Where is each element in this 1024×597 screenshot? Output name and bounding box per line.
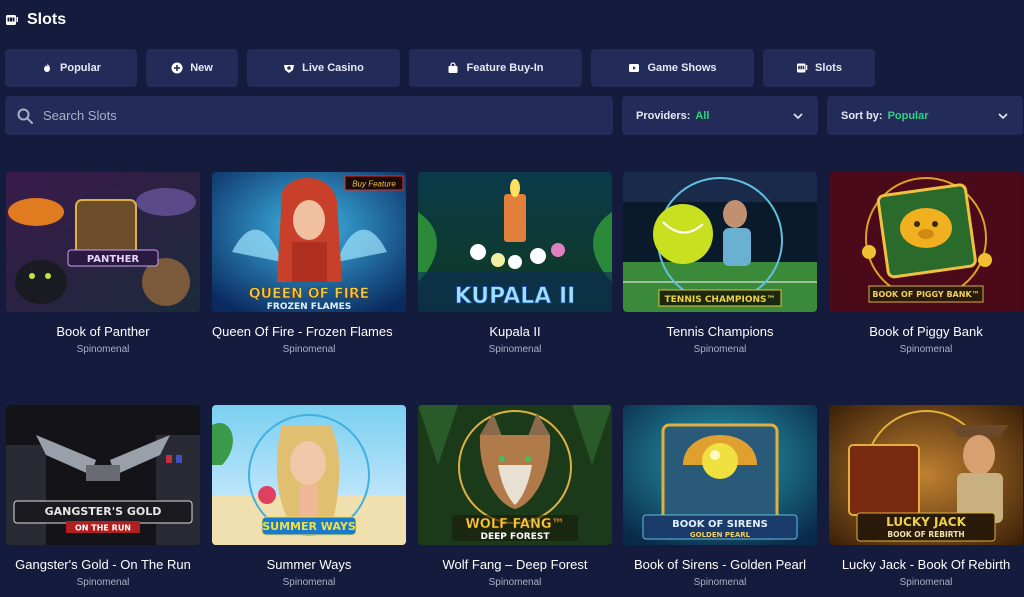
game-title: Tennis Champions [666,324,774,339]
game-card-book-of-piggy-bank[interactable]: BOOK OF PIGGY BANK™ Book of Piggy Bank S… [829,172,1023,355]
game-thumbnail[interactable]: LUCKY JACK BOOK OF REBIRTH [829,405,1023,545]
game-title: Book of Panther [56,324,150,339]
game-logo-text: BOOK OF SIRENS [672,519,768,530]
fire-icon [44,63,51,72]
tab-slots[interactable]: Slots [763,49,875,87]
game-logo-text: SUMMER WAYS [262,520,356,533]
plus-circle-icon [171,62,183,74]
tab-label: Slots [815,62,842,74]
game-logo-text: PANTHER [87,254,140,265]
sort-dropdown[interactable]: Sort by: Popular [827,96,1023,135]
game-provider: Spinomenal [899,344,953,355]
tab-label: Game Shows [647,62,717,74]
slot-machine-icon [797,63,808,73]
game-title: Book of Piggy Bank [869,324,983,339]
game-logo-text: TENNIS CHAMPIONS™ [665,295,776,305]
game-thumbnail[interactable]: TENNIS CHAMPIONS™ [623,172,817,312]
page-header: Slots [5,10,66,30]
game-provider: Spinomenal [76,577,130,588]
game-provider: Spinomenal [282,577,336,588]
tab-game-shows[interactable]: Game Shows [591,49,754,87]
game-title: Queen Of Fire - Frozen Flames [212,324,393,339]
tab-new[interactable]: New [146,49,238,87]
game-card-gangsters-gold[interactable]: GANGSTER'S GOLD ON THE RUN Gangster's Go… [6,405,200,588]
game-provider: Spinomenal [899,577,953,588]
tab-label: Feature Buy-In [466,62,544,74]
game-logo-subtext: GOLDEN PEARL [690,531,751,539]
game-card-kupala-ii[interactable]: KUPALA II Kupala II Spinomenal [418,172,612,355]
game-card-book-of-sirens[interactable]: BOOK OF SIRENS GOLDEN PEARL Book of Sire… [623,405,817,588]
game-provider: Spinomenal [76,344,130,355]
tab-label: Popular [60,62,101,74]
tab-label: New [190,62,213,74]
game-card-queen-of-fire[interactable]: Buy Feature QUEEN OF FIRE FROZEN FLAMES … [212,172,406,355]
buy-feature-badge: Buy Feature [352,180,396,189]
game-logo-subtext: BOOK OF REBIRTH [887,530,964,539]
game-provider: Spinomenal [488,577,542,588]
game-provider: Spinomenal [693,577,747,588]
game-provider: Spinomenal [693,344,747,355]
search-input[interactable] [43,108,583,123]
chevron-down-icon [793,113,803,120]
game-card-book-of-panther[interactable]: PANTHER Book of Panther Spinomenal [6,172,200,355]
game-provider: Spinomenal [282,344,336,355]
slot-machine-icon [5,13,19,27]
search-icon [17,108,33,124]
search-bar [5,96,613,135]
tab-popular[interactable]: Popular [5,49,137,87]
game-thumbnail[interactable]: WOLF FANG™ DEEP FOREST [418,405,612,545]
providers-dropdown[interactable]: Providers: All [622,96,818,135]
game-thumbnail[interactable]: Buy Feature QUEEN OF FIRE FROZEN FLAMES [212,172,406,312]
game-logo-subtext: ON THE RUN [75,524,131,533]
game-thumbnail[interactable]: PANTHER [6,172,200,312]
providers-value: All [695,109,710,122]
game-card-wolf-fang[interactable]: WOLF FANG™ DEEP FOREST Wolf Fang – Deep … [418,405,612,588]
sort-label: Sort by: [841,109,883,122]
game-title: Lucky Jack - Book Of Rebirth [841,557,1011,572]
game-card-summer-ways[interactable]: SUMMER WAYS Summer Ways Spinomenal [212,405,406,588]
play-icon [629,64,640,72]
game-logo-text: GANGSTER'S GOLD [45,505,162,518]
tab-feature-buy-in[interactable]: Feature Buy-In [409,49,582,87]
game-logo-text: KUPALA II [455,284,576,309]
game-title: Book of Sirens - Golden Pearl [634,557,806,572]
sort-value: Popular [887,109,929,122]
game-title: Gangster's Gold - On The Run [15,557,191,572]
game-thumbnail[interactable]: BOOK OF PIGGY BANK™ [829,172,1023,312]
game-title: Summer Ways [266,557,352,572]
game-thumbnail[interactable]: SUMMER WAYS [212,405,406,545]
game-logo-text: LUCKY JACK [886,515,966,529]
game-thumbnail[interactable]: GANGSTER'S GOLD ON THE RUN [6,405,200,545]
chevron-down-icon [998,113,1008,120]
casino-chip-icon [284,65,295,73]
game-title: Kupala II [489,324,541,339]
game-logo-text: QUEEN OF FIRE [249,286,369,302]
game-logo-text: BOOK OF PIGGY BANK™ [872,290,979,299]
game-thumbnail[interactable]: BOOK OF SIRENS GOLDEN PEARL [623,405,817,545]
providers-label: Providers: [636,109,691,122]
tab-label: Live Casino [302,62,364,74]
game-thumbnail[interactable]: KUPALA II [418,172,612,312]
game-provider: Spinomenal [488,344,542,355]
tab-live-casino[interactable]: Live Casino [247,49,400,87]
game-title: Wolf Fang – Deep Forest [442,557,588,572]
game-logo-subtext: DEEP FOREST [481,532,551,542]
game-card-lucky-jack[interactable]: LUCKY JACK BOOK OF REBIRTH Lucky Jack - … [829,405,1023,588]
game-card-tennis-champions[interactable]: TENNIS CHAMPIONS™ Tennis Champions Spino… [623,172,817,355]
page-title: Slots [27,11,67,28]
shopping-bag-icon [448,62,458,73]
game-logo-subtext: FROZEN FLAMES [267,302,352,312]
game-logo-text: WOLF FANG™ [465,517,564,532]
